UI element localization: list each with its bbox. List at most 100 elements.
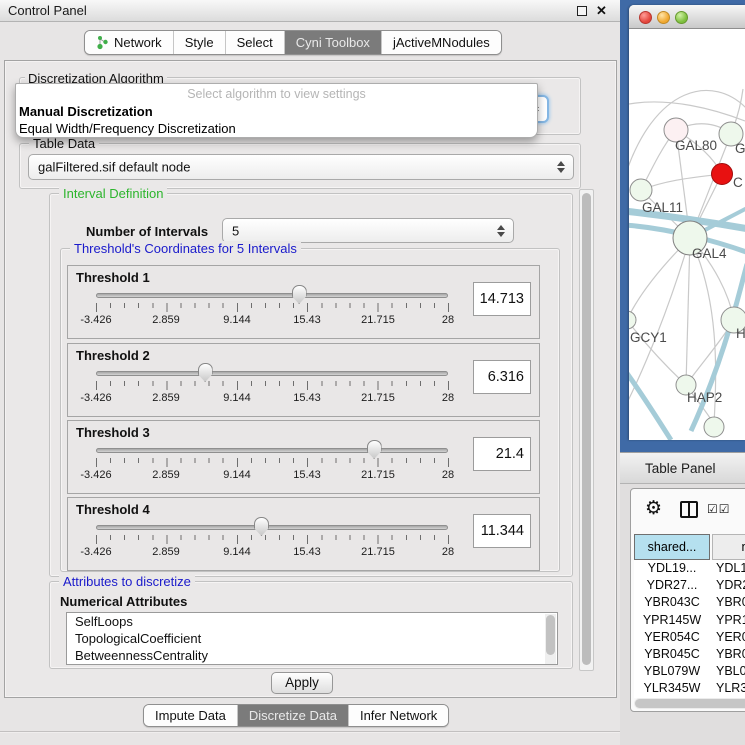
- control-panel: Control Panel ✕ Network Style Select Cyn…: [0, 0, 620, 745]
- node-label-partial-h: H: [736, 326, 745, 341]
- scale-label: -3.426: [80, 546, 111, 558]
- node-label-partial-c: C: [733, 175, 743, 190]
- table-rows: YDL19...YDL1 YDR27...YDR2 YBR043CYBR0 YP…: [634, 560, 745, 698]
- scale-label: 28: [442, 546, 454, 558]
- slider-major-ticks: [96, 535, 450, 544]
- table-data-group: Table Data galFiltered.sif default node: [19, 143, 581, 189]
- threshold-3-label: Threshold 3: [76, 425, 150, 440]
- numerical-attributes-label: Numerical Attributes: [60, 594, 187, 609]
- scale-label: 28: [442, 392, 454, 404]
- threshold-panel-2: Threshold 2 -3.426 2.859 9.144 15.43 21.…: [67, 343, 540, 417]
- select-columns-checkboxes-icon[interactable]: ☑☑: [707, 502, 731, 516]
- minimize-window-button[interactable]: [657, 11, 670, 24]
- interval-definition-label: Interval Definition: [59, 186, 167, 201]
- table-data-combobox[interactable]: galFiltered.sif default node: [28, 154, 574, 180]
- threshold-2-slider-track[interactable]: [96, 371, 448, 376]
- threshold-panel-1: Threshold 1 -3.426 2.859 9.144 15.43 21.…: [67, 265, 540, 339]
- threshold-4-slider-track[interactable]: [96, 525, 448, 530]
- table-toolbar: ⚙ ☑☑: [631, 489, 745, 531]
- tab-impute-data[interactable]: Impute Data: [144, 705, 237, 726]
- threshold-1-slider-track[interactable]: [96, 293, 448, 298]
- threshold-4-label: Threshold 4: [76, 502, 150, 517]
- network-window: GAL80 G GAL11 C GAL4 GCY1 H HAP2: [629, 5, 745, 440]
- scale-label: 9.144: [223, 392, 251, 404]
- table-panel-title: Table Panel: [645, 461, 716, 476]
- table-row[interactable]: YPR145WYPR1: [634, 612, 745, 629]
- threshold-3-value-field[interactable]: [473, 437, 531, 471]
- tab-network[interactable]: Network: [85, 31, 173, 54]
- network-window-titlebar: [629, 5, 745, 29]
- table-settings-gear-icon[interactable]: ⚙: [645, 497, 662, 519]
- control-panel-titlebar: Control Panel ✕: [0, 0, 620, 22]
- network-canvas[interactable]: GAL80 G GAL11 C GAL4 GCY1 H HAP2: [629, 29, 745, 440]
- network-node-gal11[interactable]: [630, 179, 652, 201]
- node-label-gcy1: GCY1: [630, 330, 667, 345]
- scale-label: 15.43: [293, 546, 321, 558]
- tab-jactivemnodules[interactable]: jActiveMNodules: [381, 31, 501, 54]
- threshold-1-value-field[interactable]: [473, 282, 531, 316]
- attributes-group-label: Attributes to discretize: [59, 574, 195, 589]
- scale-label: 21.715: [361, 314, 395, 326]
- list-item-topologicalcoefficient[interactable]: TopologicalCoefficient: [67, 630, 557, 647]
- network-node-gcy1[interactable]: [629, 311, 636, 329]
- threshold-2-slider-thumb[interactable]: [198, 363, 213, 382]
- number-of-intervals-combobox[interactable]: 5: [222, 218, 514, 243]
- threshold-1-slider-thumb[interactable]: [292, 285, 307, 304]
- network-node[interactable]: [704, 417, 724, 437]
- number-of-intervals-label: Number of Intervals: [86, 224, 208, 239]
- scale-label: -3.426: [80, 392, 111, 404]
- column-header-shared-name[interactable]: shared...: [634, 534, 710, 560]
- settings-vertical-scrollbar[interactable]: [579, 189, 594, 671]
- scale-label: 15.43: [293, 314, 321, 326]
- close-window-button[interactable]: [639, 11, 652, 24]
- table-data-group-label: Table Data: [29, 136, 99, 151]
- scale-label: 9.144: [223, 546, 251, 558]
- close-panel-button[interactable]: ✕: [596, 3, 607, 19]
- tab-select[interactable]: Select: [225, 31, 284, 54]
- algorithm-option-equal-width[interactable]: Equal Width/Frequency Discretization: [19, 121, 535, 136]
- threshold-3-slider-track[interactable]: [96, 448, 448, 453]
- table-row[interactable]: YLR345WYLR3: [634, 680, 745, 697]
- network-node-selected[interactable]: [712, 164, 733, 185]
- table-row[interactable]: YDL19...YDL1: [634, 560, 745, 577]
- column-header-name[interactable]: n: [712, 534, 745, 560]
- scale-label: 21.715: [361, 392, 395, 404]
- scale-label: 28: [442, 314, 454, 326]
- threshold-2-value-field[interactable]: [473, 360, 531, 394]
- tab-infer-network[interactable]: Infer Network: [348, 705, 448, 726]
- column-layout-icon[interactable]: [680, 501, 698, 518]
- table-row[interactable]: YBR043CYBR0: [634, 594, 745, 611]
- list-item-selfloops[interactable]: SelfLoops: [67, 613, 557, 630]
- float-window-button[interactable]: [577, 6, 587, 16]
- tab-style[interactable]: Style: [173, 31, 225, 54]
- threshold-4-slider-thumb[interactable]: [254, 517, 269, 536]
- attributes-group: Attributes to discretize Numerical Attri…: [49, 581, 573, 669]
- table-row[interactable]: YBL079WYBL0: [634, 663, 745, 680]
- number-of-intervals-value: 5: [232, 223, 239, 238]
- scale-label: -3.426: [80, 314, 111, 326]
- network-window-frame: GAL80 G GAL11 C GAL4 GCY1 H HAP2: [620, 0, 745, 452]
- scale-label: -3.426: [80, 469, 111, 481]
- screen: Control Panel ✕ Network Style Select Cyn…: [0, 0, 745, 745]
- node-label-gal80: GAL80: [675, 138, 717, 153]
- apply-button[interactable]: Apply: [271, 672, 333, 694]
- threshold-4-value-field[interactable]: [473, 514, 531, 548]
- table-row[interactable]: YER054CYER0: [634, 629, 745, 646]
- scale-label: 2.859: [152, 314, 180, 326]
- table-horizontal-scrollbar[interactable]: [634, 698, 745, 709]
- table-row[interactable]: YBR045CYBR0: [634, 646, 745, 663]
- scale-label: 21.715: [361, 546, 395, 558]
- list-item-betweennesscentrality[interactable]: BetweennessCentrality: [67, 647, 557, 664]
- tab-cyni-toolbox[interactable]: Cyni Toolbox: [284, 31, 381, 54]
- zoom-window-button[interactable]: [675, 11, 688, 24]
- table-row[interactable]: YDR27...YDR2: [634, 577, 745, 594]
- threshold-3-slider-thumb[interactable]: [367, 440, 382, 459]
- network-icon: [96, 35, 109, 50]
- scale-label: 9.144: [223, 314, 251, 326]
- scale-label: 2.859: [152, 469, 180, 481]
- control-panel-title: Control Panel: [8, 3, 87, 18]
- tab-discretize-data[interactable]: Discretize Data: [237, 705, 348, 726]
- scale-label: 15.43: [293, 469, 321, 481]
- algorithm-option-manual[interactable]: Manual Discretization: [19, 104, 535, 119]
- attributes-scrollbar[interactable]: [545, 614, 556, 664]
